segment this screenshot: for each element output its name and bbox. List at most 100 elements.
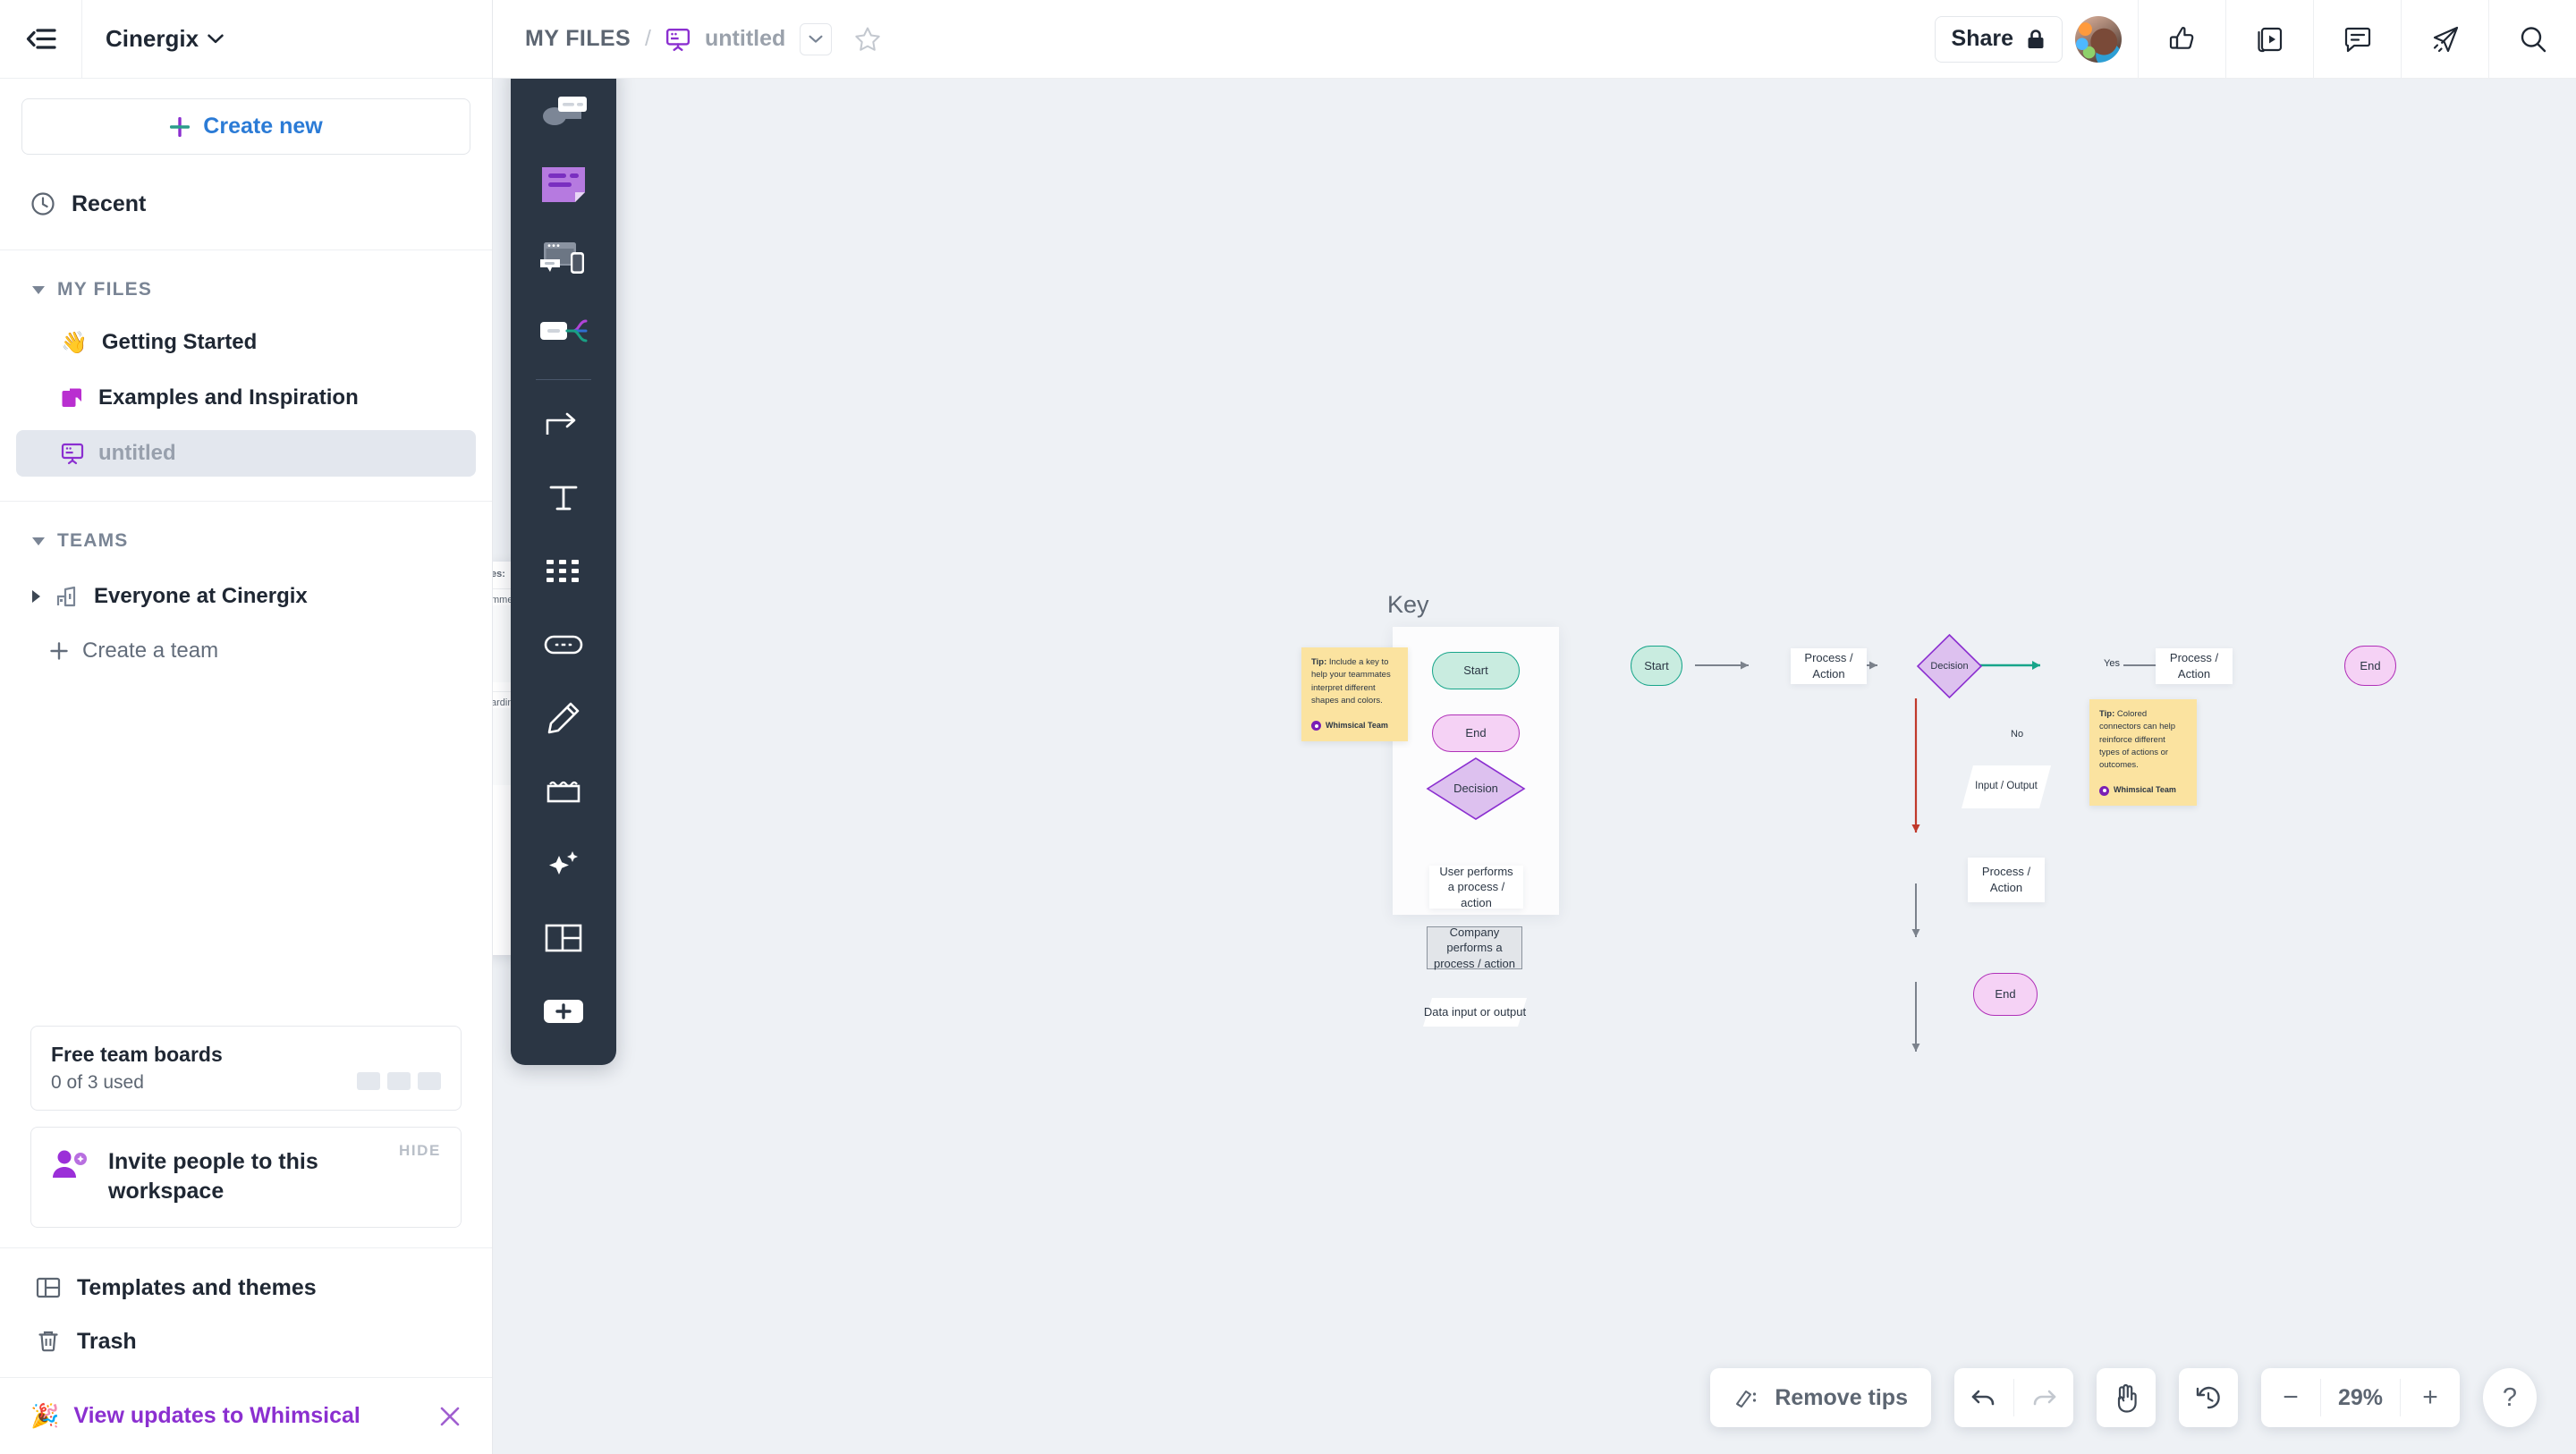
- history-icon[interactable]: [2179, 1368, 2238, 1427]
- section-teams[interactable]: TEAMS: [0, 516, 492, 566]
- hand-tool-icon[interactable]: [2097, 1368, 2156, 1427]
- tip-connectors-sticky[interactable]: Tip: Colored connectors can help reinfor…: [2089, 699, 2197, 806]
- file-label: untitled: [98, 441, 176, 465]
- tip-author: Whimsical Team: [2099, 784, 2187, 797]
- flowchart-tool[interactable]: [525, 79, 602, 145]
- close-icon[interactable]: [438, 1405, 462, 1428]
- sidebar-item-templates[interactable]: Templates and themes: [0, 1261, 492, 1315]
- view-updates-bar[interactable]: 🎉 View updates to Whimsical: [0, 1377, 492, 1454]
- my-files-label: MY FILES: [57, 279, 153, 300]
- chevron-right-icon: [32, 590, 40, 603]
- comment-icon[interactable]: [2313, 0, 2401, 79]
- flow-node-process-2[interactable]: Process / Action: [2156, 648, 2233, 684]
- present-icon[interactable]: [2225, 0, 2313, 79]
- board-menu-button[interactable]: [800, 22, 833, 55]
- flow-node-process-1[interactable]: Process / Action: [1791, 648, 1867, 684]
- add-tool[interactable]: [525, 977, 602, 1045]
- lock-icon: [2026, 29, 2046, 50]
- flow-node-label: Input / Output: [1975, 781, 2038, 792]
- collapse-sidebar-icon[interactable]: [0, 0, 82, 79]
- tip-prefix: Tip:: [2099, 709, 2115, 719]
- key-shape-company-process[interactable]: Company performs a process / action: [1427, 926, 1522, 970]
- undo-icon[interactable]: [1954, 1368, 2013, 1427]
- share-button[interactable]: Share: [1934, 15, 2063, 63]
- flow-node-io-label-wrap: Input / Output: [1959, 763, 2054, 811]
- toolbar-divider: [536, 379, 591, 380]
- favorite-star-icon[interactable]: [853, 25, 882, 54]
- wireframe-tool[interactable]: [525, 224, 602, 292]
- workspace-name: Cinergix: [106, 25, 199, 52]
- flow-node-process-3[interactable]: Process / Action: [1968, 858, 2045, 902]
- create-new-button[interactable]: Create new: [21, 98, 470, 155]
- main-area: MY FILES / untitled Share es: mmerce ard…: [493, 0, 2576, 1454]
- send-icon[interactable]: [2401, 0, 2488, 79]
- flow-node-end-right[interactable]: End: [2344, 646, 2396, 686]
- avatar-dot-icon: [2099, 785, 2109, 796]
- zoom-group: − 29% +: [2261, 1368, 2460, 1427]
- invite-people-card[interactable]: HIDE Invite people to this workspace: [30, 1126, 462, 1228]
- workspace-switcher[interactable]: Cinergix: [82, 25, 492, 53]
- pip: [418, 1071, 441, 1090]
- create-team-button[interactable]: Create a team: [0, 627, 492, 675]
- recent-label: Recent: [72, 190, 147, 216]
- hide-button[interactable]: HIDE: [399, 1142, 441, 1160]
- flow-node-label: Decision: [1930, 660, 1969, 672]
- connector-tool[interactable]: [525, 391, 602, 459]
- text-tool[interactable]: [525, 464, 602, 532]
- sidebar-header: Cinergix: [0, 0, 492, 79]
- key-title: Key: [1387, 591, 1429, 618]
- teams-label: TEAMS: [57, 530, 129, 551]
- pen-tool[interactable]: [525, 684, 602, 752]
- flow-node-end-bottom[interactable]: End: [1973, 973, 2038, 1016]
- breadcrumb-title[interactable]: untitled: [705, 26, 785, 52]
- tip-prefix: Tip:: [1311, 657, 1327, 667]
- section-my-files[interactable]: MY FILES: [0, 265, 492, 315]
- flow-node-start[interactable]: Start: [1631, 646, 1682, 686]
- sidebar-item-examples[interactable]: Examples and Inspiration: [16, 375, 476, 421]
- left-toolbar: [511, 79, 616, 1065]
- board-canvas[interactable]: es: mmerce U arding Us: [493, 79, 2576, 1454]
- redo-icon[interactable]: [2014, 1368, 2073, 1427]
- breadcrumb-separator: /: [645, 26, 651, 51]
- highlighter-tool[interactable]: [525, 757, 602, 825]
- zoom-out-label: −: [2283, 1382, 2299, 1412]
- tip-key-sticky[interactable]: Tip: Include a key to help your teammate…: [1301, 647, 1408, 741]
- thumbs-up-icon[interactable]: [2138, 0, 2225, 79]
- key-shape-user-process[interactable]: User performs a process / action: [1429, 865, 1523, 909]
- user-avatar[interactable]: [2075, 15, 2122, 63]
- breadcrumb-root[interactable]: MY FILES: [525, 26, 631, 52]
- key-shape-data-label-wrap: Data input or output: [1421, 996, 1529, 1028]
- flow-node-decision-label-wrap: Decision: [1916, 633, 1983, 699]
- link-tool[interactable]: [525, 611, 602, 679]
- ai-tool[interactable]: [525, 831, 602, 899]
- zoom-in-button[interactable]: +: [2401, 1368, 2460, 1427]
- sticky-note-tool[interactable]: [525, 150, 602, 218]
- tip-author-name: Whimsical Team: [1326, 721, 1388, 730]
- key-shape-end[interactable]: End: [1432, 714, 1520, 752]
- shapes-tool[interactable]: [525, 537, 602, 605]
- sidebar-item-team[interactable]: Everyone at Cinergix: [0, 571, 492, 621]
- templates-label: Templates and themes: [77, 1274, 317, 1300]
- top-bar: MY FILES / untitled Share: [493, 0, 2576, 79]
- free-boards-pips: [357, 1071, 441, 1090]
- key-shape-label: Start: [1463, 664, 1488, 678]
- zoom-out-button[interactable]: −: [2261, 1368, 2320, 1427]
- remove-tips-button[interactable]: Remove tips: [1710, 1368, 1931, 1427]
- key-shape-start[interactable]: Start: [1432, 652, 1520, 689]
- chevron-down-icon: [32, 285, 45, 294]
- sidebar-item-trash[interactable]: Trash: [0, 1315, 492, 1368]
- template-tool[interactable]: [525, 904, 602, 972]
- flow-node-label: End: [2360, 658, 2381, 672]
- chevron-down-icon: [208, 34, 224, 44]
- sidebar-item-untitled[interactable]: untitled: [16, 430, 476, 477]
- sidebar-divider-1: [0, 249, 492, 250]
- search-icon[interactable]: [2488, 0, 2576, 79]
- sidebar-item-getting-started[interactable]: 👋 Getting Started: [16, 319, 476, 366]
- sidebar-item-recent[interactable]: Recent: [0, 178, 492, 230]
- tip-author-name: Whimsical Team: [2114, 785, 2176, 795]
- company-icon: [55, 584, 80, 609]
- mindmap-tool[interactable]: [525, 297, 602, 365]
- zoom-level-label[interactable]: 29%: [2321, 1385, 2400, 1411]
- help-button[interactable]: ?: [2483, 1368, 2537, 1427]
